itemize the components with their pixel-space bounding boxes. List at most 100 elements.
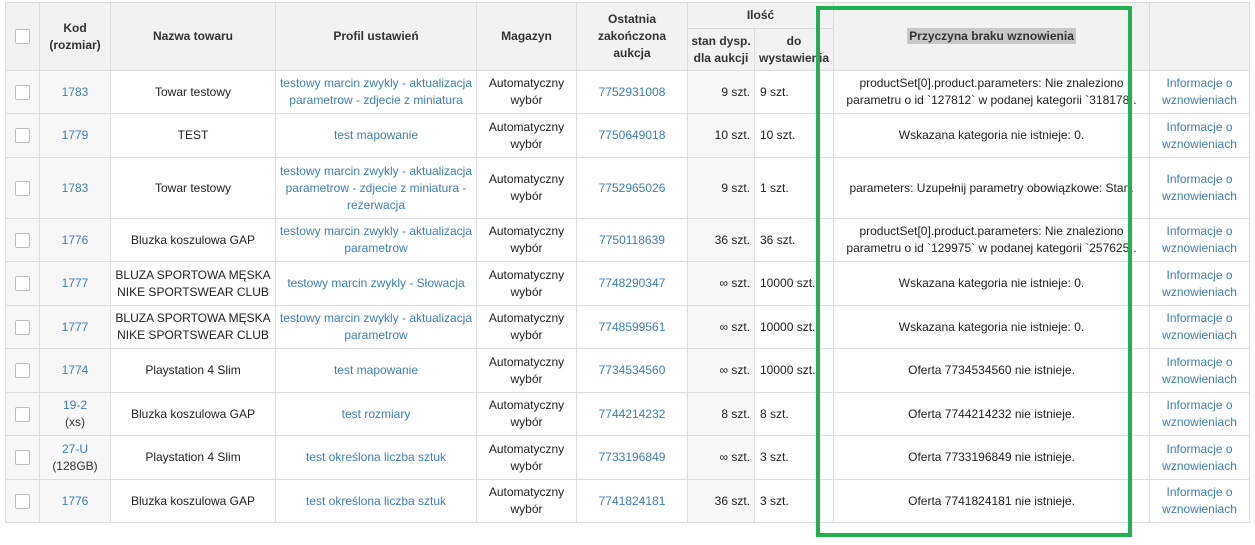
table-row: 1783 Towar testowy testowy marcin zwykly… <box>5 70 1251 114</box>
profile-link[interactable]: test mapowanie <box>334 363 418 377</box>
row-code-cell: 1774 <box>39 348 111 393</box>
renewal-failure-reason: Wskazana kategoria nie istnieje: 0. <box>833 305 1151 349</box>
auction-link[interactable]: 7748290347 <box>599 276 666 290</box>
auction-link[interactable]: 7748599561 <box>599 320 666 334</box>
row-checkbox[interactable] <box>15 493 30 509</box>
renewal-info-link[interactable]: Informacje o wznowieniach <box>1162 355 1237 386</box>
product-code-link[interactable]: 1776 <box>62 494 89 508</box>
col-qty-to-post-l1: do <box>786 33 802 48</box>
renewal-info-link[interactable]: Informacje o wznowieniach <box>1162 120 1237 151</box>
select-all-cell <box>5 2 40 71</box>
table-row: 1776 Bluzka koszulowa GAP testowy marcin… <box>5 218 1251 262</box>
col-last-auction-l2: zakończona <box>597 29 666 43</box>
row-checkbox[interactable] <box>15 276 30 292</box>
renewal-info-link[interactable]: Informacje o wznowieniach <box>1162 268 1237 299</box>
auction-link[interactable]: 7752965026 <box>599 181 666 195</box>
row-checkbox[interactable] <box>15 319 30 335</box>
col-reason-label: Przyczyna braku wznowienia <box>907 28 1076 44</box>
col-code-label: Kod <box>63 20 87 35</box>
row-profile-cell: test określona liczba sztuk <box>275 479 477 523</box>
warehouse-value: Automatyczny wybór <box>476 479 577 523</box>
row-info-cell: Informacje o wznowieniach <box>1149 261 1251 306</box>
row-auction-cell: 7748290347 <box>576 261 688 306</box>
qty-available: ∞ szt. <box>687 261 755 306</box>
row-code-cell: 1779 <box>39 113 111 158</box>
row-checkbox[interactable] <box>15 363 30 379</box>
row-profile-cell: test mapowanie <box>275 113 477 158</box>
row-info-cell: Informacje o wznowieniach <box>1149 218 1251 262</box>
row-profile-cell: testowy marcin zwykly - aktualizacja par… <box>275 305 477 349</box>
row-checkbox[interactable] <box>15 450 30 466</box>
table-row: 1777 BLUZA SPORTOWA MĘSKA NIKE SPORTSWEA… <box>5 261 1251 306</box>
col-last-auction: Ostatnia zakończona aukcja <box>576 2 688 71</box>
col-last-auction-l1: Ostatnia <box>607 12 656 26</box>
qty-available: 9 szt. <box>687 157 755 219</box>
auction-link[interactable]: 7750649018 <box>599 128 666 142</box>
profile-link[interactable]: test określona liczba sztuk <box>306 450 446 464</box>
col-qty-to-post: do wystawienia <box>753 28 835 71</box>
qty-to-post: 36 szt. <box>753 218 835 262</box>
qty-available: 10 szt. <box>687 113 755 158</box>
qty-available: 9 szt. <box>687 70 755 114</box>
product-code-link[interactable]: 19-2 <box>63 398 87 412</box>
row-select-cell <box>5 113 40 158</box>
renewal-failure-reason: Oferta 7741824181 nie istnieje. <box>833 479 1151 523</box>
profile-link[interactable]: test określona liczba sztuk <box>306 494 446 508</box>
renewal-info-link[interactable]: Informacje o wznowieniach <box>1162 442 1237 473</box>
profile-link[interactable]: test mapowanie <box>334 128 418 142</box>
qty-to-post: 10000 szt. <box>753 261 835 306</box>
row-auction-cell: 7744214232 <box>576 392 688 436</box>
profile-link[interactable]: test rozmiary <box>342 407 411 421</box>
auction-link[interactable]: 7752931008 <box>599 85 666 99</box>
renewal-info-link[interactable]: Informacje o wznowieniach <box>1162 224 1237 255</box>
profile-link[interactable]: testowy marcin zwykly - aktualizacja par… <box>280 76 472 107</box>
product-name: BLUZA SPORTOWA MĘSKA NIKE SPORTSWEAR CLU… <box>110 261 276 306</box>
product-code-link[interactable]: 1776 <box>62 233 89 247</box>
product-code-link[interactable]: 27-U <box>62 442 88 456</box>
warehouse-value: Automatyczny wybór <box>476 261 577 306</box>
row-checkbox[interactable] <box>15 128 30 144</box>
row-select-cell <box>5 218 40 262</box>
table-row: 1783 Towar testowy testowy marcin zwykly… <box>5 157 1251 219</box>
product-name: Bluzka koszulowa GAP <box>110 392 276 436</box>
product-code-link[interactable]: 1783 <box>62 181 89 195</box>
profile-link[interactable]: testowy marcin zwykly - aktualizacja par… <box>280 311 472 342</box>
auction-link[interactable]: 7750118639 <box>599 233 665 247</box>
auction-link[interactable]: 7744214232 <box>599 407 666 421</box>
col-last-auction-l3: aukcja <box>613 46 651 60</box>
renewal-info-link[interactable]: Informacje o wznowieniach <box>1162 398 1237 429</box>
product-code-link[interactable]: 1774 <box>62 363 89 377</box>
row-checkbox[interactable] <box>15 84 30 100</box>
auction-link[interactable]: 7733196849 <box>599 450 666 464</box>
table-body: 1783 Towar testowy testowy marcin zwykly… <box>5 70 1251 523</box>
warehouse-value: Automatyczny wybór <box>476 392 577 436</box>
product-name: Bluzka koszulowa GAP <box>110 479 276 523</box>
qty-to-post: 3 szt. <box>753 479 835 523</box>
row-auction-cell: 7752931008 <box>576 70 688 114</box>
product-name: BLUZA SPORTOWA MĘSKA NIKE SPORTSWEAR CLU… <box>110 305 276 349</box>
profile-link[interactable]: testowy marcin zwykly - Słowacja <box>287 276 464 290</box>
renewal-info-link[interactable]: Informacje o wznowieniach <box>1162 76 1237 107</box>
product-code-link[interactable]: 1779 <box>62 128 89 142</box>
auction-link[interactable]: 7734534560 <box>599 363 666 377</box>
product-code-link[interactable]: 1777 <box>62 320 89 334</box>
profile-link[interactable]: testowy marcin zwykly - aktualizacja par… <box>280 164 472 212</box>
renewal-info-link[interactable]: Informacje o wznowieniach <box>1162 311 1237 342</box>
select-all-checkbox[interactable] <box>15 29 30 45</box>
profile-link[interactable]: testowy marcin zwykly - aktualizacja par… <box>280 224 472 255</box>
row-checkbox[interactable] <box>15 406 30 422</box>
row-checkbox[interactable] <box>15 180 30 196</box>
row-checkbox[interactable] <box>15 232 30 248</box>
col-code: Kod (rozmiar) <box>39 2 111 71</box>
col-reason: Przyczyna braku wznowienia <box>833 2 1151 71</box>
renewal-info-link[interactable]: Informacje o wznowieniach <box>1162 485 1237 516</box>
product-code-link[interactable]: 1777 <box>62 276 89 290</box>
product-name: Bluzka koszulowa GAP <box>110 218 276 262</box>
product-code-link[interactable]: 1783 <box>62 85 89 99</box>
row-code-cell: 1776 <box>39 479 111 523</box>
col-name: Nazwa towaru <box>110 2 276 71</box>
row-auction-cell: 7750118639 <box>576 218 688 262</box>
auction-link[interactable]: 7741824181 <box>599 494 666 508</box>
renewal-info-link[interactable]: Informacje o wznowieniach <box>1162 172 1237 203</box>
row-profile-cell: test mapowanie <box>275 348 477 393</box>
